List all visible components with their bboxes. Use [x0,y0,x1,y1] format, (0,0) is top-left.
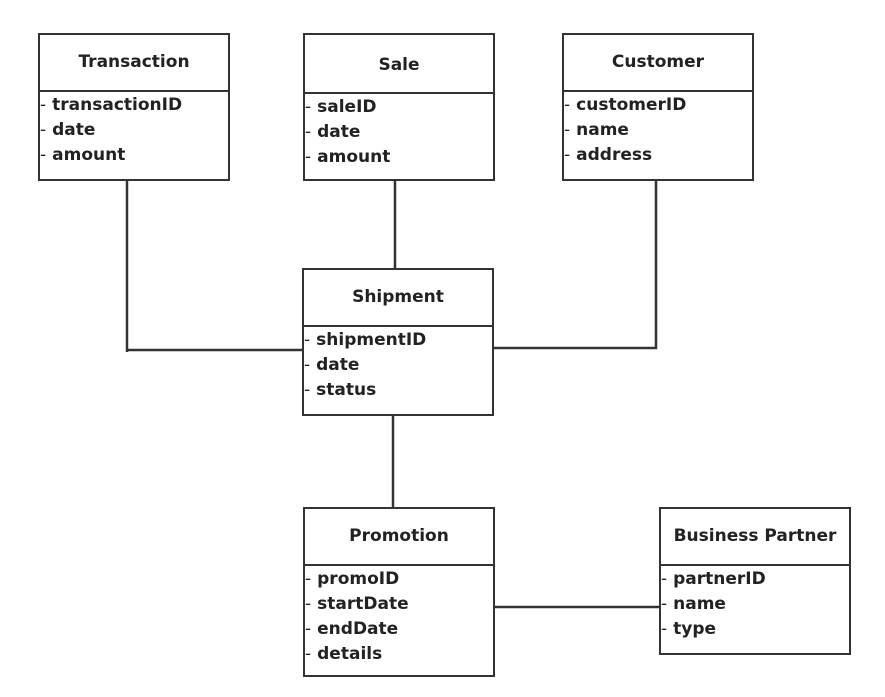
attribute: - customerID [564,95,687,115]
attribute: - name [661,594,726,614]
entity-sale[interactable]: Sale - saleID - date - amount [303,33,495,181]
entity-shipment[interactable]: Shipment - shipmentID - date - status [302,268,494,416]
entity-title: Business Partner [661,509,849,566]
attribute: - startDate [305,594,409,614]
entity-promotion[interactable]: Promotion - promoID - startDate - endDate -… [303,507,495,677]
entity-customer[interactable]: Customer - customerID - name - address [562,33,754,181]
connector-customer-shipment [493,180,658,350]
attribute: - date [40,120,96,140]
entity-title: Sale [305,35,493,94]
attribute: - date [305,122,361,142]
entity-business-partner[interactable]: Business Partner - partnerID - name - type [659,507,851,655]
attribute: - status [304,380,377,400]
entity-transaction[interactable]: Transaction - transactionID - date - amount [38,33,230,181]
entity-title: Promotion [305,509,493,566]
attribute: - shipmentID [304,330,427,350]
attribute: - saleID [305,97,377,117]
attribute: - amount [305,147,391,167]
attribute: - endDate [305,619,399,639]
entity-title: Shipment [304,270,492,327]
attribute: - name [564,120,629,140]
attribute: - amount [40,145,126,165]
attribute: - address [564,145,653,165]
attribute: - partnerID [661,569,766,589]
entity-title: Customer [564,35,752,92]
attribute: - transactionID [40,95,183,115]
attribute: - type [661,619,717,639]
attribute: - details [305,644,383,664]
entity-title: Transaction [40,35,228,92]
attribute: - promoID [305,569,400,589]
attribute: - date [304,355,360,375]
